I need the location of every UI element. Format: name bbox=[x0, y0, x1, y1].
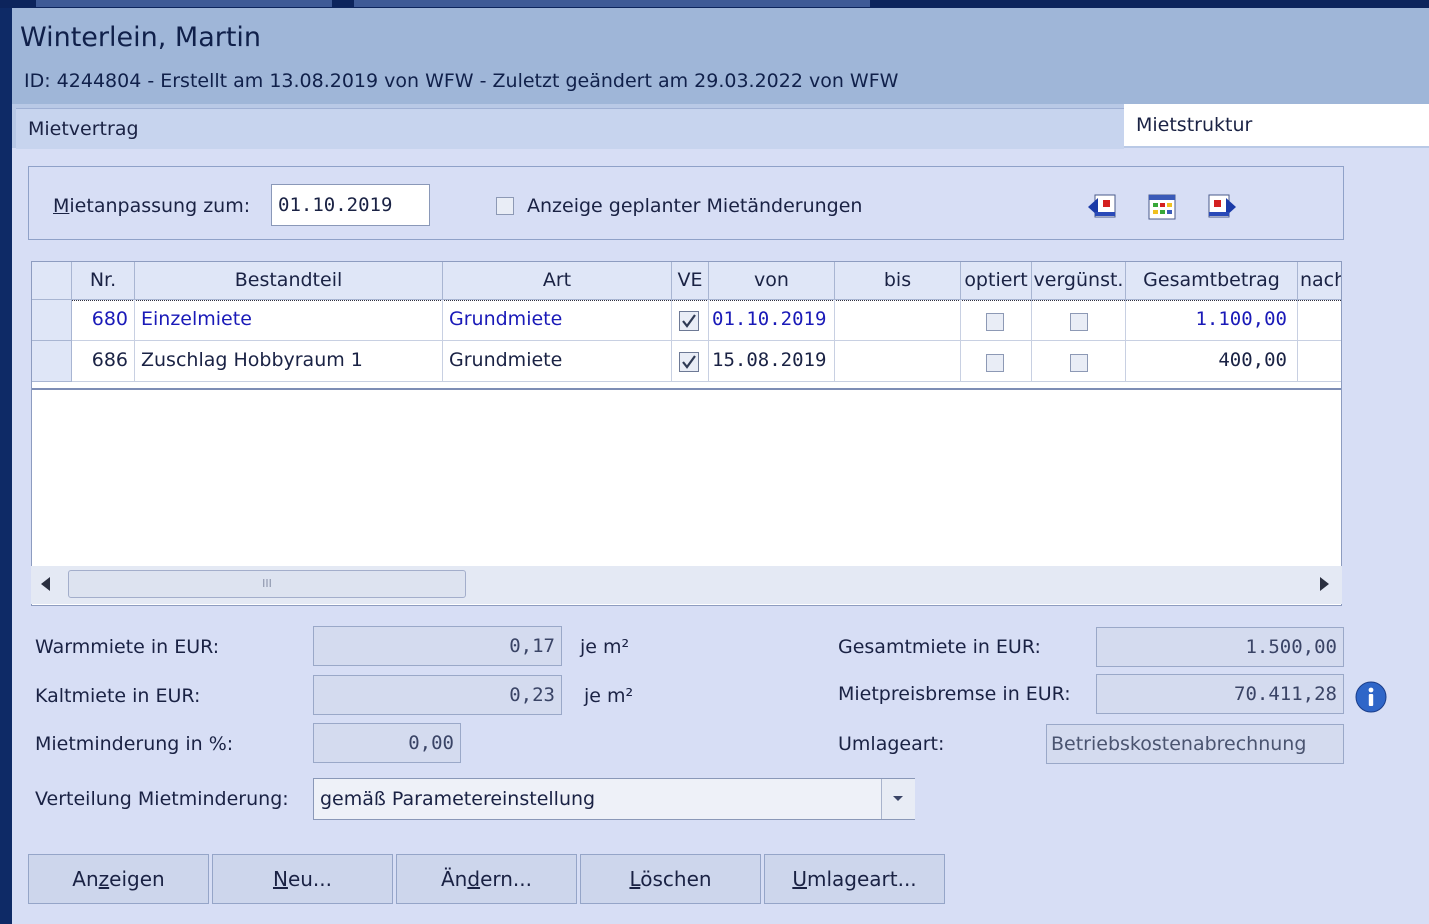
cell-bis[interactable] bbox=[835, 341, 961, 382]
verguenst-checkbox[interactable] bbox=[1070, 313, 1088, 331]
umlageart-label: Umlageart: bbox=[838, 733, 945, 755]
grid-corner bbox=[32, 262, 72, 300]
tab-label: Mietvertrag bbox=[28, 118, 139, 140]
cell-nr[interactable]: 686 bbox=[72, 341, 135, 382]
mietpreisbremse-label: Mietpreisbremse in EUR: bbox=[838, 683, 1071, 705]
record-subtitle: ID: 4244804 - Erstellt am 13.08.2019 von… bbox=[24, 70, 899, 92]
verteilung-value: gemäß Parametereinstellung bbox=[320, 788, 596, 810]
warmmiete-unit: je m² bbox=[580, 636, 630, 658]
warmmiete-label: Warmmiete in EUR: bbox=[35, 636, 220, 658]
gesamtmiete-label: Gesamtmiete in EUR: bbox=[838, 636, 1041, 658]
rent-components-grid[interactable]: Nr. Bestandteil Art VE von bis optiert v… bbox=[31, 261, 1342, 606]
cell-von[interactable]: 15.08.2019 bbox=[709, 341, 835, 382]
grid-bottom-divider bbox=[32, 388, 1341, 390]
mietminderung-field: 0,00 bbox=[313, 723, 461, 763]
outer-tab-1[interactable] bbox=[36, 0, 332, 7]
cell-optiert[interactable] bbox=[961, 300, 1032, 341]
loeschen-button[interactable]: Löschen bbox=[580, 854, 761, 904]
column-header-bis[interactable]: bis bbox=[835, 262, 961, 300]
cell-art[interactable]: Grundmiete bbox=[443, 300, 672, 341]
next-record-icon[interactable] bbox=[1206, 192, 1238, 222]
row-selector[interactable] bbox=[32, 300, 72, 341]
row-selector[interactable] bbox=[32, 341, 72, 382]
horizontal-scrollbar[interactable]: III bbox=[31, 566, 1342, 604]
verteilung-label: Verteilung Mietminderung: bbox=[35, 788, 289, 810]
planned-changes-label: Anzeige geplanter Mietänderungen bbox=[527, 195, 863, 217]
scroll-left-icon[interactable] bbox=[41, 577, 50, 591]
column-header-nr[interactable]: Nr. bbox=[72, 262, 135, 300]
umlageart-button[interactable]: Umlageart... bbox=[764, 854, 945, 904]
optiert-checkbox[interactable] bbox=[986, 354, 1004, 372]
cell-gesamtbetrag[interactable]: 1.100,00 bbox=[1126, 300, 1298, 341]
cell-von[interactable]: 01.10.2019 bbox=[709, 300, 835, 341]
checked-checkbox-icon[interactable] bbox=[679, 311, 699, 331]
neu-button[interactable]: Neu... bbox=[212, 854, 393, 904]
mietpreisbremse-field: 70.411,28 bbox=[1096, 674, 1344, 714]
previous-record-icon[interactable] bbox=[1086, 192, 1118, 222]
cell-gesamtbetrag[interactable]: 400,00 bbox=[1126, 341, 1298, 382]
scroll-right-icon[interactable] bbox=[1320, 577, 1329, 591]
adjustment-date-input[interactable]: 01.10.2019 bbox=[271, 184, 430, 226]
column-header-verguenst[interactable]: vergünst. bbox=[1032, 262, 1126, 300]
column-header-optiert[interactable]: optiert bbox=[961, 262, 1032, 300]
cell-ve[interactable] bbox=[672, 300, 709, 341]
cell-optiert[interactable] bbox=[961, 341, 1032, 382]
dropdown-button[interactable] bbox=[881, 779, 915, 819]
column-header-von[interactable]: von bbox=[709, 262, 835, 300]
anzeigen-button[interactable]: Anzeigen bbox=[28, 854, 209, 904]
tab-mietstruktur[interactable]: Mietstruktur bbox=[1124, 104, 1429, 146]
mietminderung-label: Mietminderung in %: bbox=[35, 733, 234, 755]
umlageart-field: Betriebskostenabrechnung bbox=[1046, 724, 1344, 764]
kaltmiete-unit: je m² bbox=[584, 685, 634, 707]
column-header-ve[interactable]: VE bbox=[672, 262, 709, 300]
chevron-down-icon bbox=[893, 796, 903, 801]
gesamtmiete-field: 1.500,00 bbox=[1096, 627, 1344, 667]
cell-bestandteil[interactable]: Einzelmiete bbox=[135, 300, 443, 341]
column-header-gesamtbetrag[interactable]: Gesamtbetrag bbox=[1126, 262, 1298, 300]
optiert-checkbox[interactable] bbox=[986, 313, 1004, 331]
kaltmiete-label: Kaltmiete in EUR: bbox=[35, 685, 201, 707]
cell-bis[interactable] bbox=[835, 300, 961, 341]
aendern-button[interactable]: Ändern... bbox=[396, 854, 577, 904]
scroll-thumb[interactable]: III bbox=[68, 570, 466, 598]
column-header-art[interactable]: Art bbox=[443, 262, 672, 300]
cell-verguenst[interactable] bbox=[1032, 341, 1126, 382]
cell-nr[interactable]: 680 bbox=[72, 300, 135, 341]
warmmiete-field: 0,17 bbox=[313, 626, 562, 666]
planned-changes-checkbox[interactable] bbox=[496, 197, 514, 215]
tab-label: Mietstruktur bbox=[1136, 114, 1253, 136]
cell-ve[interactable] bbox=[672, 341, 709, 382]
date-label: Mietanpassung zum: bbox=[53, 195, 251, 217]
grid-view-icon[interactable] bbox=[1146, 192, 1178, 222]
cell-art[interactable]: Grundmiete bbox=[443, 341, 672, 382]
verteilung-select[interactable]: gemäß Parametereinstellung bbox=[313, 778, 915, 820]
column-header-nach[interactable]: nach bbox=[1298, 262, 1341, 300]
record-title: Winterlein, Martin bbox=[20, 22, 262, 53]
outer-tab-2[interactable] bbox=[354, 0, 870, 7]
checked-checkbox-icon[interactable] bbox=[679, 352, 699, 372]
info-icon[interactable] bbox=[1354, 680, 1388, 714]
column-header-bestandteil[interactable]: Bestandteil bbox=[135, 262, 443, 300]
cell-nach[interactable] bbox=[1298, 300, 1341, 341]
cell-bestandteil[interactable]: Zuschlag Hobbyraum 1 bbox=[135, 341, 443, 382]
cell-verguenst[interactable] bbox=[1032, 300, 1126, 341]
kaltmiete-field: 0,23 bbox=[313, 675, 562, 715]
cell-nach[interactable] bbox=[1298, 341, 1341, 382]
verguenst-checkbox[interactable] bbox=[1070, 354, 1088, 372]
tab-mietvertrag[interactable]: Mietvertrag bbox=[16, 108, 1124, 149]
